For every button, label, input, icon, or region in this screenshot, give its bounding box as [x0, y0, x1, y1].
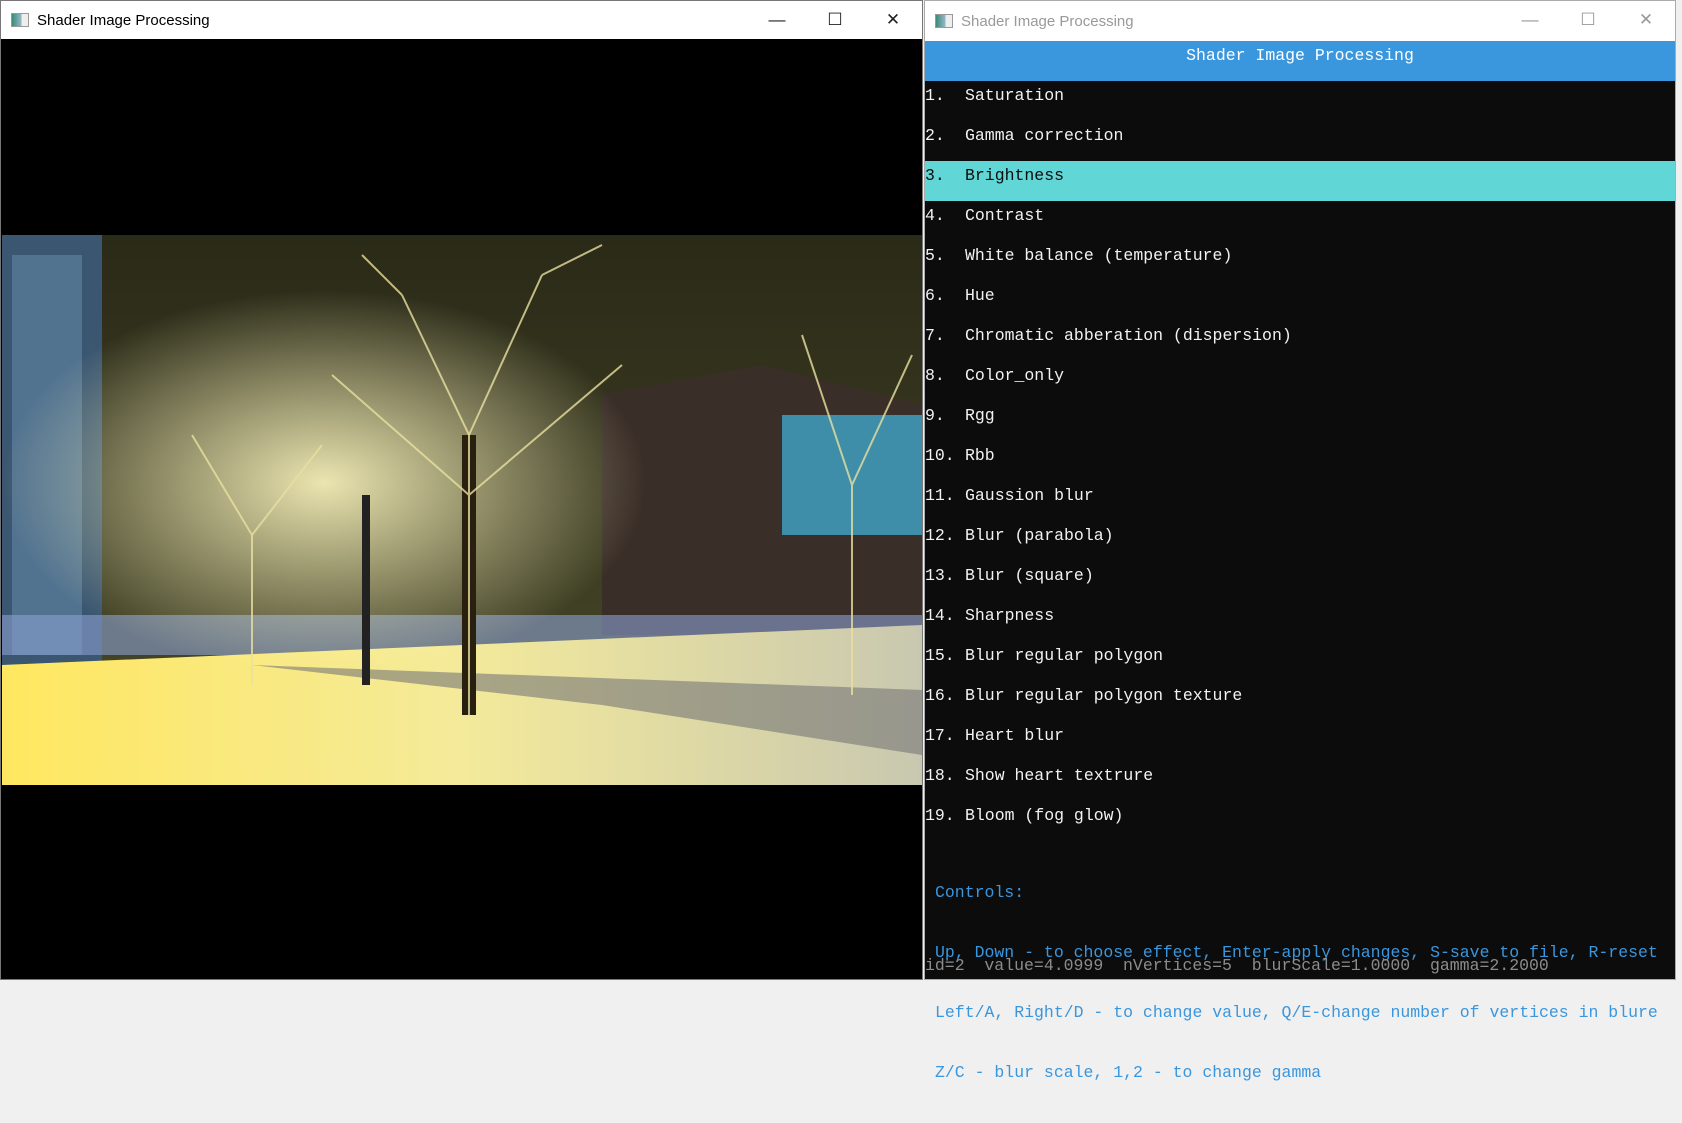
menu-item-label: Brightness [965, 166, 1065, 185]
processed-photo [2, 235, 922, 785]
minimize-button[interactable]: — [1501, 1, 1559, 39]
menu-item-number: 18. [925, 766, 955, 785]
menu-item-number: 6. [925, 286, 945, 305]
controls-help: Controls: Up, Down - to choose effect, E… [935, 843, 1658, 1123]
menu-item-label: Color_only [965, 366, 1065, 385]
menu-item[interactable]: 9. Rgg [925, 401, 1675, 441]
menu-item-number: 7. [925, 326, 945, 345]
controls-line: Z/C - blur scale, 1,2 - to change gamma [935, 1063, 1322, 1082]
menu-item-label: Show heart textrure [965, 766, 1154, 785]
menu-item[interactable]: 17. Heart blur [925, 721, 1675, 761]
image-window: Shader Image Processing — ☐ ✕ [0, 0, 923, 980]
menu-item-label: Gamma correction [965, 126, 1124, 145]
minimize-button[interactable]: — [748, 1, 806, 39]
menu-item-label: Hue [965, 286, 995, 305]
menu-item[interactable]: 5. White balance (temperature) [925, 241, 1675, 281]
menu-item[interactable]: 11. Gaussion blur [925, 481, 1675, 521]
close-button[interactable]: ✕ [864, 1, 922, 39]
menu-item-label: Contrast [965, 206, 1045, 225]
menu-item-label: Blur (square) [965, 566, 1094, 585]
close-button[interactable]: ✕ [1617, 1, 1675, 39]
effect-menu: 1. Saturation 2. Gamma correction 3. Brightne… [925, 81, 1675, 841]
maximize-button[interactable]: ☐ [806, 1, 864, 39]
menu-item[interactable]: 7. Chromatic abberation (dispersion) [925, 321, 1675, 361]
menu-item[interactable]: 14. Sharpness [925, 601, 1675, 641]
menu-item-number: 2. [925, 126, 945, 145]
title-bar[interactable]: Shader Image Processing — ☐ ✕ [1, 1, 922, 39]
app-icon [935, 14, 953, 28]
menu-item-label: Blur regular polygon texture [965, 686, 1243, 705]
menu-item-number: 15. [925, 646, 955, 665]
console-content: Shader Image Processing 1. Saturation 2. Ga… [925, 41, 1675, 1082]
menu-item-label: White balance (temperature) [965, 246, 1233, 265]
menu-item-label: Sharpness [965, 606, 1055, 625]
menu-item-label: Heart blur [965, 726, 1065, 745]
menu-item[interactable]: 18. Show heart textrure [925, 761, 1675, 801]
window-title: Shader Image Processing [961, 12, 1134, 30]
menu-item-label: Saturation [965, 86, 1065, 105]
menu-item-number: 10. [925, 446, 955, 465]
menu-item-number: 3. [925, 166, 945, 185]
menu-item-number: 17. [925, 726, 955, 745]
app-icon [11, 13, 29, 27]
status-line: id=2 value=4.0999 nVertices=5 blurScale=… [925, 956, 1549, 975]
controls-title: Controls: [935, 883, 1025, 902]
menu-item[interactable]: 15. Blur regular polygon [925, 641, 1675, 681]
menu-item-number: 12. [925, 526, 955, 545]
menu-item[interactable]: 12. Blur (parabola) [925, 521, 1675, 561]
menu-item-label: Bloom (fog glow) [965, 806, 1124, 825]
menu-item[interactable]: 6. Hue [925, 281, 1675, 321]
menu-item-number: 14. [925, 606, 955, 625]
menu-item[interactable]: 3. Brightness [925, 161, 1675, 201]
menu-item[interactable]: 19. Bloom (fog glow) [925, 801, 1675, 841]
menu-item-label: Chromatic abberation (dispersion) [965, 326, 1292, 345]
menu-item[interactable]: 13. Blur (square) [925, 561, 1675, 601]
menu-item-label: Blur (parabola) [965, 526, 1114, 545]
menu-item-label: Blur regular polygon [965, 646, 1164, 665]
window-title: Shader Image Processing [37, 11, 210, 29]
menu-item-number: 13. [925, 566, 955, 585]
menu-item-number: 16. [925, 686, 955, 705]
menu-item[interactable]: 8. Color_only [925, 361, 1675, 401]
menu-item[interactable]: 4. Contrast [925, 201, 1675, 241]
menu-item-number: 8. [925, 366, 945, 385]
maximize-button[interactable]: ☐ [1559, 1, 1617, 39]
title-bar[interactable]: Shader Image Processing — ☐ ✕ [925, 1, 1675, 41]
menu-item[interactable]: 10. Rbb [925, 441, 1675, 481]
menu-item-label: Rgg [965, 406, 995, 425]
menu-item-label: Gaussion blur [965, 486, 1094, 505]
menu-item[interactable]: 2. Gamma correction [925, 121, 1675, 161]
menu-item-number: 5. [925, 246, 945, 265]
menu-item-number: 19. [925, 806, 955, 825]
console-header: Shader Image Processing [925, 41, 1675, 81]
controls-line: Left/A, Right/D - to change value, Q/E-c… [935, 1003, 1658, 1022]
menu-item[interactable]: 16. Blur regular polygon texture [925, 681, 1675, 721]
menu-item-number: 11. [925, 486, 955, 505]
menu-item-number: 4. [925, 206, 945, 225]
menu-item-number: 9. [925, 406, 945, 425]
menu-item-label: Rbb [965, 446, 995, 465]
console-window: Shader Image Processing — ☐ ✕ Shader Ima… [924, 0, 1676, 1082]
menu-item-number: 1. [925, 86, 945, 105]
menu-item[interactable]: 1. Saturation [925, 81, 1675, 121]
